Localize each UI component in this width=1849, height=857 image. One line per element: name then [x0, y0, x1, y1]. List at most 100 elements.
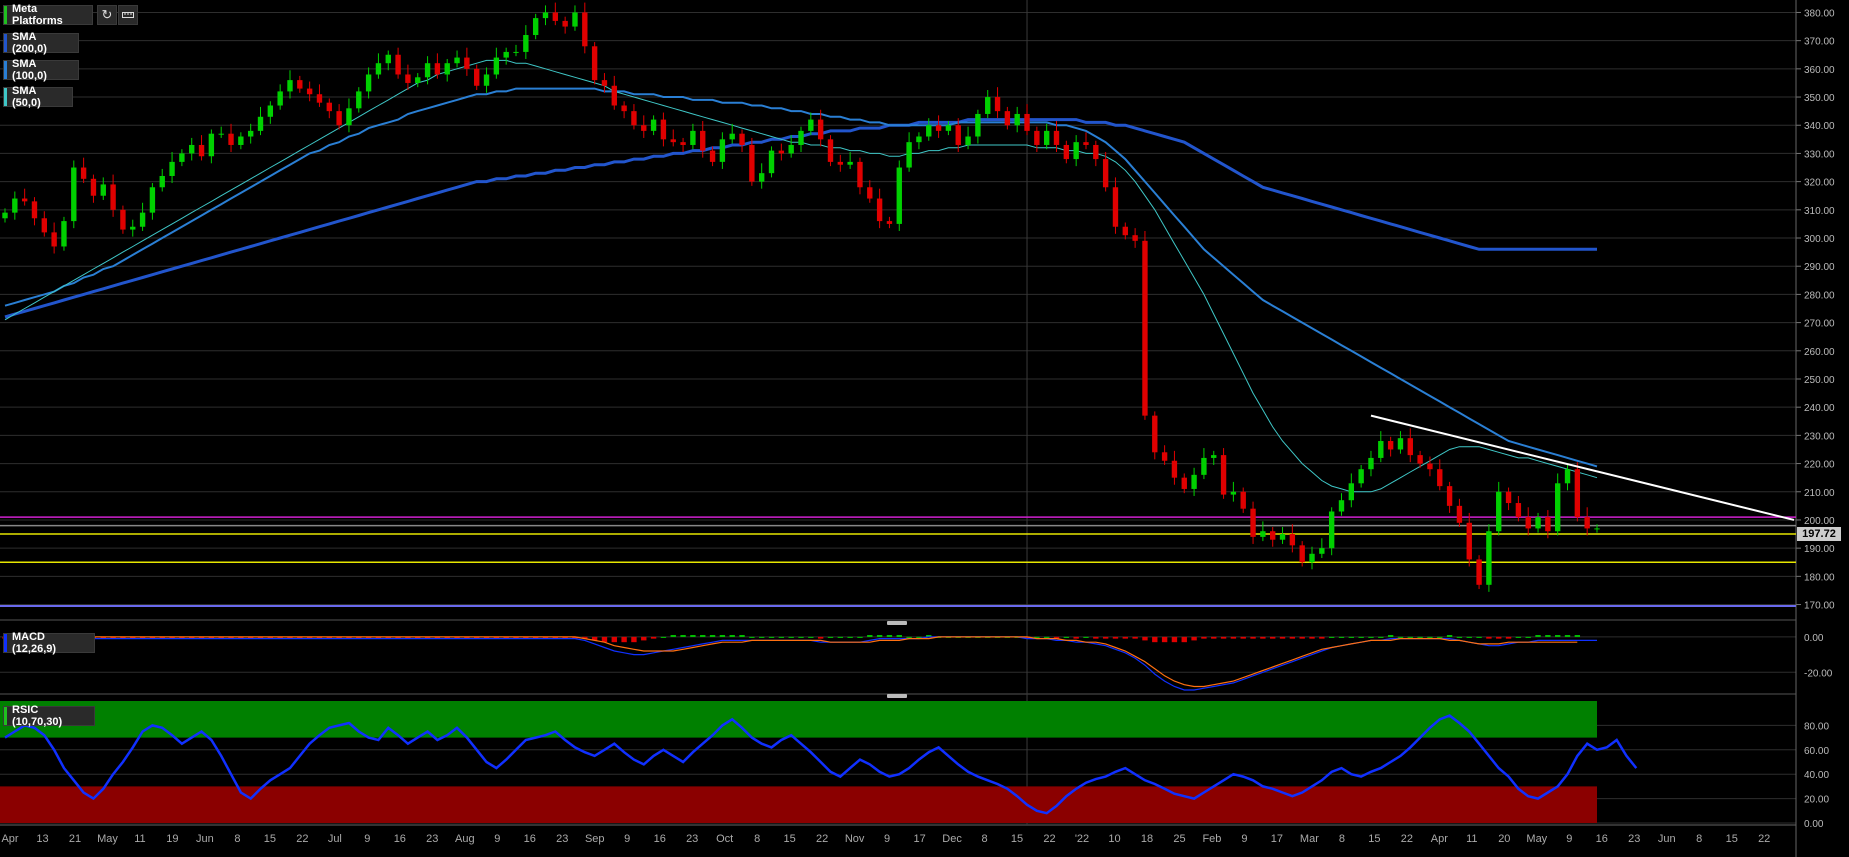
macd-histogram-bar — [1122, 636, 1128, 639]
y-tick-label: 270.00 — [1804, 319, 1835, 330]
candle-body — [1142, 240, 1148, 416]
refresh-button[interactable]: ↻ — [97, 5, 117, 25]
x-tick-label: 15 — [264, 833, 276, 845]
x-tick-label: 20 — [1498, 833, 1510, 845]
ruler-button[interactable] — [118, 5, 138, 25]
macd-histogram-bar — [739, 635, 745, 637]
x-tick-label: 22 — [296, 833, 308, 845]
candle-body — [798, 130, 804, 145]
instrument-legend[interactable]: Meta Platforms — [3, 3, 93, 27]
macd-histogram-bar — [1161, 636, 1168, 643]
candle-body — [1378, 441, 1384, 458]
candle-body — [2, 212, 8, 219]
candle-body — [926, 125, 932, 137]
candle-body — [1102, 159, 1109, 188]
candle-body — [847, 161, 853, 165]
candle-body — [808, 119, 814, 131]
y-tick-label: 260.00 — [1804, 347, 1835, 358]
macd-histogram-bar — [817, 636, 824, 639]
candle-body — [189, 144, 195, 154]
macd-legend[interactable]: MACD (12,26,9) — [3, 631, 95, 655]
macd-signal-line — [5, 636, 1578, 688]
candle-body — [1446, 486, 1453, 506]
panel-divider-handle-1[interactable] — [887, 621, 907, 625]
candle-body — [876, 198, 883, 222]
chart-canvas[interactable]: 170.00180.00190.00200.00210.00220.00230.… — [0, 0, 1849, 857]
x-tick-label: 22 — [1401, 833, 1413, 845]
rsi-tick-label: 60.00 — [1804, 746, 1829, 757]
macd-histogram-bar — [1417, 636, 1423, 638]
candle-body — [169, 161, 175, 176]
macd-histogram-bar — [1260, 636, 1266, 639]
panel-divider-handle-2[interactable] — [887, 694, 907, 698]
candle-body — [474, 68, 480, 86]
x-tick-label: 9 — [884, 833, 890, 845]
x-tick-label: 22 — [1758, 833, 1770, 845]
macd-histogram-bar — [680, 635, 686, 637]
y-tick-label: 320.00 — [1804, 178, 1835, 189]
macd-histogram-bar — [778, 636, 785, 638]
x-tick-label: Apr — [1431, 833, 1448, 845]
candle-body — [297, 80, 303, 89]
candle-body — [31, 201, 38, 219]
candle-body — [1476, 559, 1482, 585]
macd-histogram-bar — [700, 635, 706, 637]
x-tick-label: 9 — [1241, 833, 1247, 845]
macd-histogram-bar — [798, 636, 804, 638]
candle-body — [316, 94, 323, 103]
candle-body — [1171, 460, 1178, 478]
candle-body — [1456, 505, 1463, 523]
sma-200-swatch — [4, 34, 7, 52]
candle-body — [1240, 491, 1246, 509]
legend-sma-100[interactable]: SMA (100,0) — [3, 58, 79, 82]
instrument-name: Meta Platforms — [12, 3, 63, 27]
candle-body — [778, 150, 785, 154]
candle-body — [690, 130, 696, 145]
x-tick-label: Dec — [942, 833, 962, 845]
candle-body — [306, 88, 313, 95]
legend-sma-50[interactable]: SMA (50,0) — [3, 85, 73, 109]
y-tick-label: 360.00 — [1804, 65, 1835, 76]
candle-body — [149, 187, 156, 213]
macd-histogram-bar — [1299, 636, 1305, 639]
y-tick-label: 250.00 — [1804, 375, 1835, 386]
candle-body — [71, 167, 77, 222]
x-tick-label: Sep — [585, 833, 605, 845]
candle-body — [601, 80, 608, 86]
x-tick-label: 16 — [394, 833, 406, 845]
candle-body — [267, 105, 274, 117]
x-tick-label: 16 — [524, 833, 536, 845]
candle-body — [709, 150, 716, 162]
macd-tick-label: -20.00 — [1804, 668, 1833, 679]
y-tick-label: 370.00 — [1804, 37, 1835, 48]
rsi-tick-label: 80.00 — [1804, 721, 1829, 732]
macd-histogram-bar — [1427, 636, 1433, 638]
y-tick-label: 300.00 — [1804, 234, 1835, 245]
macd-histogram-bar — [876, 635, 883, 637]
candle-body — [906, 142, 912, 168]
macd-histogram-bar — [1525, 636, 1531, 638]
candle-body — [198, 144, 205, 157]
candle-body — [100, 184, 106, 196]
x-tick-label: 8 — [754, 833, 760, 845]
candle-body — [1486, 531, 1492, 585]
x-tick-label: 8 — [981, 833, 987, 845]
macd-histogram-bar — [768, 636, 775, 638]
candle-body — [434, 63, 441, 75]
candle-body — [975, 113, 981, 137]
macd-histogram-bar — [1211, 636, 1217, 639]
candle-body — [1496, 491, 1502, 532]
macd-histogram-bar — [1407, 636, 1413, 638]
candle-body — [700, 130, 706, 151]
candle-body — [631, 111, 637, 126]
x-tick-label: May — [1526, 833, 1547, 845]
macd-histogram-bar — [621, 636, 627, 643]
legend-sma-200[interactable]: SMA (200,0) — [3, 31, 79, 55]
macd-histogram-bar — [1545, 635, 1551, 637]
rsi-overbought-zone — [0, 701, 1597, 738]
rsi-legend[interactable]: RSIC (10,70,30) — [3, 704, 95, 728]
macd-histogram-bar — [631, 636, 637, 643]
y-tick-label: 200.00 — [1804, 516, 1835, 527]
candle-body — [1152, 415, 1158, 453]
candle-body — [827, 139, 834, 162]
